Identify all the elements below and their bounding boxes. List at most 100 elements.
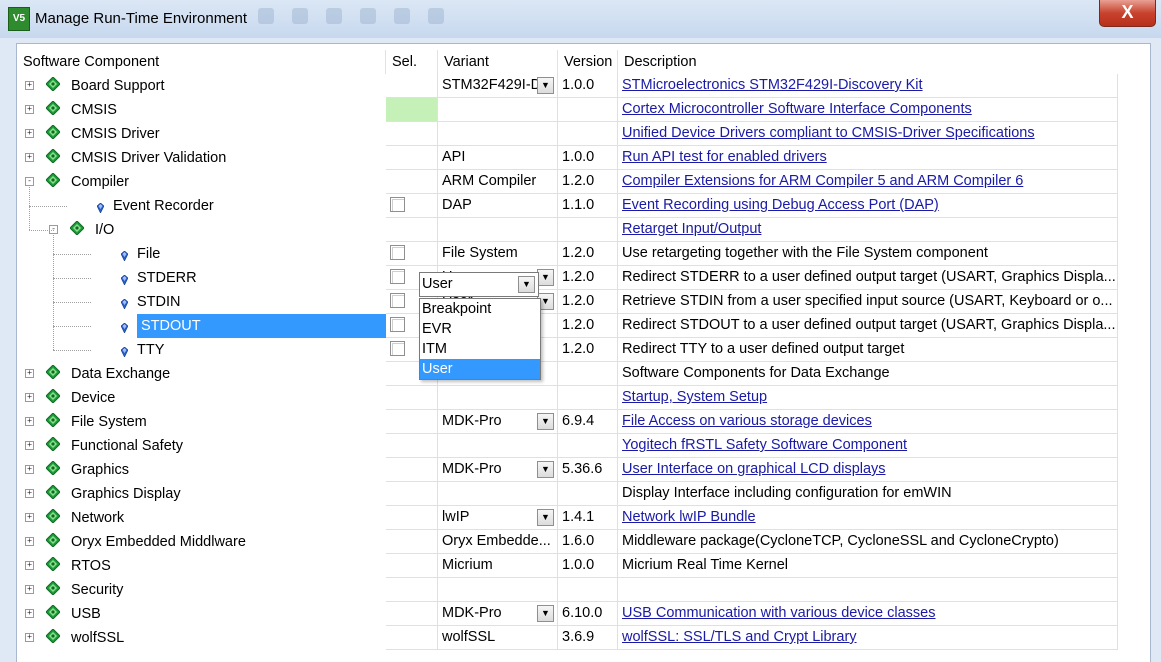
component-name[interactable]: Oryx Embedded Middlware	[71, 530, 246, 554]
column-header-variant[interactable]: Variant	[438, 50, 558, 74]
selection-cell[interactable]	[386, 170, 438, 194]
description-link[interactable]: Compiler Extensions for ARM Compiler 5 a…	[622, 173, 1023, 189]
selection-cell[interactable]	[386, 578, 438, 602]
selection-cell[interactable]	[386, 386, 438, 410]
description-link[interactable]: User Interface on graphical LCD displays	[622, 461, 886, 477]
description-link[interactable]: wolfSSL: SSL/TLS and Crypt Library	[622, 629, 857, 645]
selection-cell[interactable]	[386, 218, 438, 242]
component-name[interactable]: STDOUT	[137, 314, 386, 338]
component-checkbox[interactable]	[390, 293, 405, 308]
chevron-down-icon[interactable]: ▼	[537, 413, 554, 430]
expand-icon[interactable]: +	[25, 537, 34, 546]
close-button[interactable]: X	[1099, 0, 1156, 27]
table-row[interactable]: - Compiler ARM Compiler 1.2.0 Compiler Exten…	[17, 170, 1150, 194]
expand-icon[interactable]: +	[25, 561, 34, 570]
selection-cell[interactable]	[386, 530, 438, 554]
component-name[interactable]: Data Exchange	[71, 362, 170, 386]
table-row[interactable]: + Graphics MDK-Pro ▼ 5.36.6 User Interface on…	[17, 458, 1150, 482]
chevron-down-icon[interactable]: ▼	[537, 461, 554, 478]
component-name[interactable]: Device	[71, 386, 115, 410]
component-name[interactable]: STDIN	[137, 290, 181, 314]
selection-cell[interactable]	[386, 482, 438, 506]
expand-icon[interactable]: +	[25, 153, 34, 162]
selection-cell[interactable]	[386, 410, 438, 434]
component-name[interactable]: Security	[71, 578, 123, 602]
expand-icon[interactable]: +	[25, 417, 34, 426]
table-row[interactable]: STDOUT 1.2.0 Redirect STDOUT to a user def…	[17, 314, 1150, 338]
description-link[interactable]: File Access on various storage devices	[622, 413, 872, 429]
description-link[interactable]: Unified Device Drivers compliant to CMSI…	[622, 125, 1035, 141]
table-row[interactable]: STDINUser▼1.2.0Retrieve STDIN from a use…	[17, 290, 1150, 314]
description-link[interactable]: STMicroelectronics STM32F429I-Discovery …	[622, 77, 923, 93]
chevron-down-icon[interactable]: ▼	[537, 77, 554, 94]
component-checkbox[interactable]	[390, 317, 405, 332]
component-name[interactable]: I/O	[95, 218, 114, 242]
description-link[interactable]: Network lwIP Bundle	[622, 509, 756, 525]
variant-option[interactable]: User	[420, 359, 540, 379]
expand-icon[interactable]: +	[25, 489, 34, 498]
selection-cell[interactable]	[386, 506, 438, 530]
selection-cell[interactable]	[386, 194, 438, 218]
variant-cell[interactable]: lwIP ▼	[438, 506, 558, 530]
variant-option[interactable]: Breakpoint	[420, 299, 540, 319]
expand-icon[interactable]: +	[25, 633, 34, 642]
description-link[interactable]: Yogitech fRSTL Safety Software Component	[622, 437, 907, 453]
expand-icon[interactable]: +	[25, 465, 34, 474]
expand-icon[interactable]: +	[25, 513, 34, 522]
table-row[interactable]: + Board Support STM32F429I-D ▼ 1.0.0 STMicroe…	[17, 74, 1150, 98]
table-row[interactable]: TTY 1.2.0 Redirect TTY to a user defined o…	[17, 338, 1150, 362]
selection-cell[interactable]	[386, 122, 438, 146]
component-name[interactable]: wolfSSL	[71, 626, 124, 650]
description-link[interactable]: Cortex Microcontroller Software Interfac…	[622, 101, 972, 117]
table-row[interactable]: + Device Startup, System Setup	[17, 386, 1150, 410]
table-row[interactable]: STDERR User ▼ 1.2.0 Redirect STDERR to a use…	[17, 266, 1150, 290]
table-row[interactable]: + CMSIS Cortex Microcontroller Software In…	[17, 98, 1150, 122]
column-header-description[interactable]: Description	[618, 50, 1150, 74]
selection-cell[interactable]	[386, 554, 438, 578]
component-name[interactable]: File System	[71, 410, 147, 434]
expand-icon[interactable]: +	[25, 393, 34, 402]
column-header-version[interactable]: Version	[558, 50, 618, 74]
table-row[interactable]: + Graphics Display Display Interface inclu…	[17, 482, 1150, 506]
component-checkbox[interactable]	[390, 269, 405, 284]
table-row[interactable]: + Security	[17, 578, 1150, 602]
expand-icon[interactable]: +	[25, 609, 34, 618]
table-row[interactable]: + Functional Safety Yogitech fRSTL Safety …	[17, 434, 1150, 458]
variant-cell[interactable]: MDK-Pro ▼	[438, 602, 558, 626]
component-name[interactable]: TTY	[137, 338, 164, 362]
component-checkbox[interactable]	[390, 341, 405, 356]
table-row[interactable]: File File System 1.2.0 Use retargeting toge…	[17, 242, 1150, 266]
component-name[interactable]: File	[137, 242, 160, 266]
component-checkbox[interactable]	[390, 245, 405, 260]
selection-cell[interactable]	[386, 602, 438, 626]
selection-cell[interactable]	[386, 242, 438, 266]
collapse-icon[interactable]: -	[25, 177, 34, 186]
table-row[interactable]: + Network lwIP ▼ 1.4.1 Network lwIP Bundle	[17, 506, 1150, 530]
expand-icon[interactable]: +	[25, 441, 34, 450]
component-name[interactable]: USB	[71, 602, 101, 626]
column-header-sel[interactable]: Sel.	[386, 50, 438, 74]
component-name[interactable]: STDERR	[137, 266, 197, 290]
table-row[interactable]: + CMSIS Driver Validation API 1.0.0 Run API …	[17, 146, 1150, 170]
variant-cell[interactable]: MDK-Pro ▼	[438, 410, 558, 434]
expand-icon[interactable]: +	[25, 369, 34, 378]
variant-option[interactable]: ITM	[420, 339, 540, 359]
table-row[interactable]: Event Recorder DAP 1.1.0 Event Recording us…	[17, 194, 1150, 218]
chevron-down-icon[interactable]: ▼	[537, 605, 554, 622]
table-row[interactable]: + wolfSSL wolfSSL 3.6.9 wolfSSL: SSL/TLS and…	[17, 626, 1150, 650]
selection-cell[interactable]	[386, 74, 438, 98]
description-link[interactable]: Startup, System Setup	[622, 389, 767, 405]
selection-cell[interactable]	[386, 458, 438, 482]
component-name[interactable]: Board Support	[71, 74, 165, 98]
selection-cell[interactable]	[386, 146, 438, 170]
component-name[interactable]: Graphics Display	[71, 482, 181, 506]
column-header-component[interactable]: Software Component	[17, 50, 386, 74]
table-row[interactable]: + USB MDK-Pro ▼ 6.10.0 USB Communication with…	[17, 602, 1150, 626]
component-name[interactable]: Functional Safety	[71, 434, 183, 458]
description-link[interactable]: Retarget Input/Output	[622, 221, 761, 237]
table-row[interactable]: - I/O Retarget Input/Output	[17, 218, 1150, 242]
variant-option[interactable]: EVR	[420, 319, 540, 339]
variant-cell[interactable]: MDK-Pro ▼	[438, 458, 558, 482]
component-name[interactable]: Event Recorder	[113, 194, 214, 218]
expand-icon[interactable]: +	[25, 129, 34, 138]
